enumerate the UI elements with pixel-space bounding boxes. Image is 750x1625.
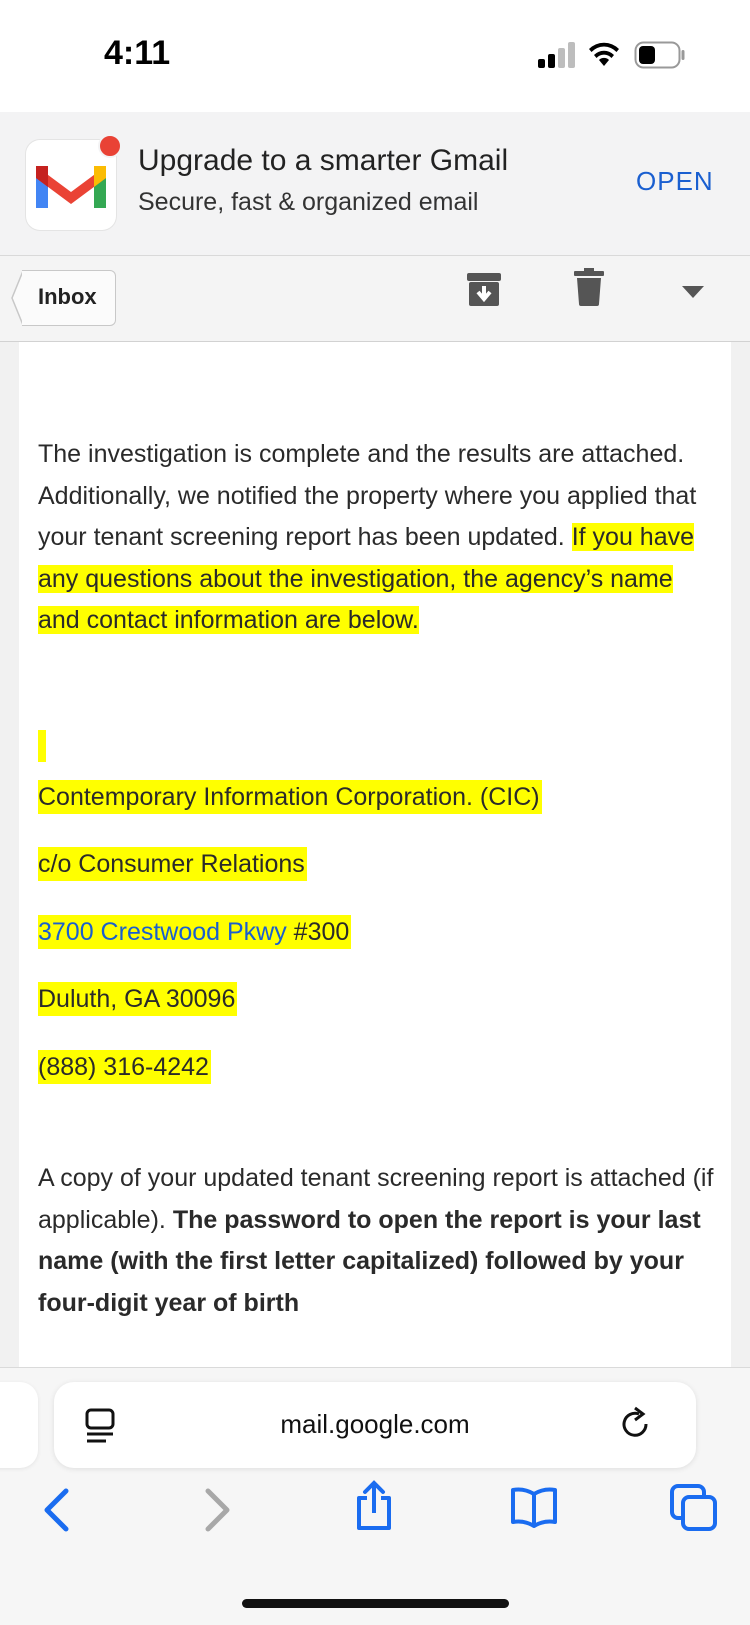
agency-phone[interactable]: (888) 316-4242 — [38, 1050, 211, 1084]
safari-bottom-bar: mail.google.com — [0, 1367, 750, 1625]
reload-icon[interactable] — [620, 1406, 652, 1442]
forward-icon[interactable] — [204, 1488, 232, 1532]
status-bar: 4:11 — [0, 0, 750, 112]
inbox-back-label[interactable]: Inbox — [38, 284, 97, 310]
share-icon[interactable] — [354, 1480, 394, 1532]
promo-subtitle: Secure, fast & organized email — [138, 188, 479, 216]
email-toolbar: Inbox — [0, 256, 750, 342]
home-indicator — [242, 1599, 509, 1608]
notification-dot — [98, 134, 122, 158]
wifi-icon — [589, 42, 619, 66]
back-icon[interactable] — [42, 1488, 70, 1532]
agency-city-state: Duluth, GA 30096 — [38, 982, 238, 1016]
agency-address: 3700 Crestwood Pkwy #300 — [38, 915, 352, 949]
address-suite: #300 — [286, 918, 350, 946]
agency-dept: c/o Consumer Relations — [38, 847, 307, 881]
address-link[interactable]: 3700 Crestwood Pkwy — [38, 918, 287, 946]
battery-icon — [634, 41, 685, 69]
clipped-text: — — — [79, 342, 136, 353]
dropdown-caret-icon[interactable] — [682, 286, 704, 298]
email-paragraph-1: The investigation is complete and the re… — [38, 434, 718, 642]
trash-icon[interactable] — [574, 268, 604, 306]
email-paragraph-2: A copy of your updated tenant screening … — [38, 1158, 718, 1324]
cellular-signal-icon — [538, 42, 578, 68]
address-bar[interactable]: mail.google.com — [54, 1382, 696, 1468]
tabs-icon[interactable] — [670, 1484, 718, 1532]
url-text[interactable]: mail.google.com — [54, 1409, 696, 1440]
previous-tab-preview[interactable] — [0, 1382, 38, 1468]
status-time: 4:11 — [104, 34, 171, 72]
archive-icon[interactable] — [466, 272, 502, 308]
highlight-marker — [38, 730, 46, 762]
gmail-upgrade-banner: Upgrade to a smarter Gmail Secure, fast … — [0, 112, 750, 256]
bookmarks-icon[interactable] — [510, 1486, 558, 1528]
open-app-button[interactable]: OPEN — [636, 166, 714, 197]
promo-title: Upgrade to a smarter Gmail — [138, 144, 509, 177]
agency-name: Contemporary Information Corporation. (C… — [38, 780, 542, 814]
screen: 4:11 Upgrade to a smarter Gmail Secure, … — [0, 0, 750, 1625]
email-body: — — The investigation is complete and th… — [19, 342, 731, 1367]
